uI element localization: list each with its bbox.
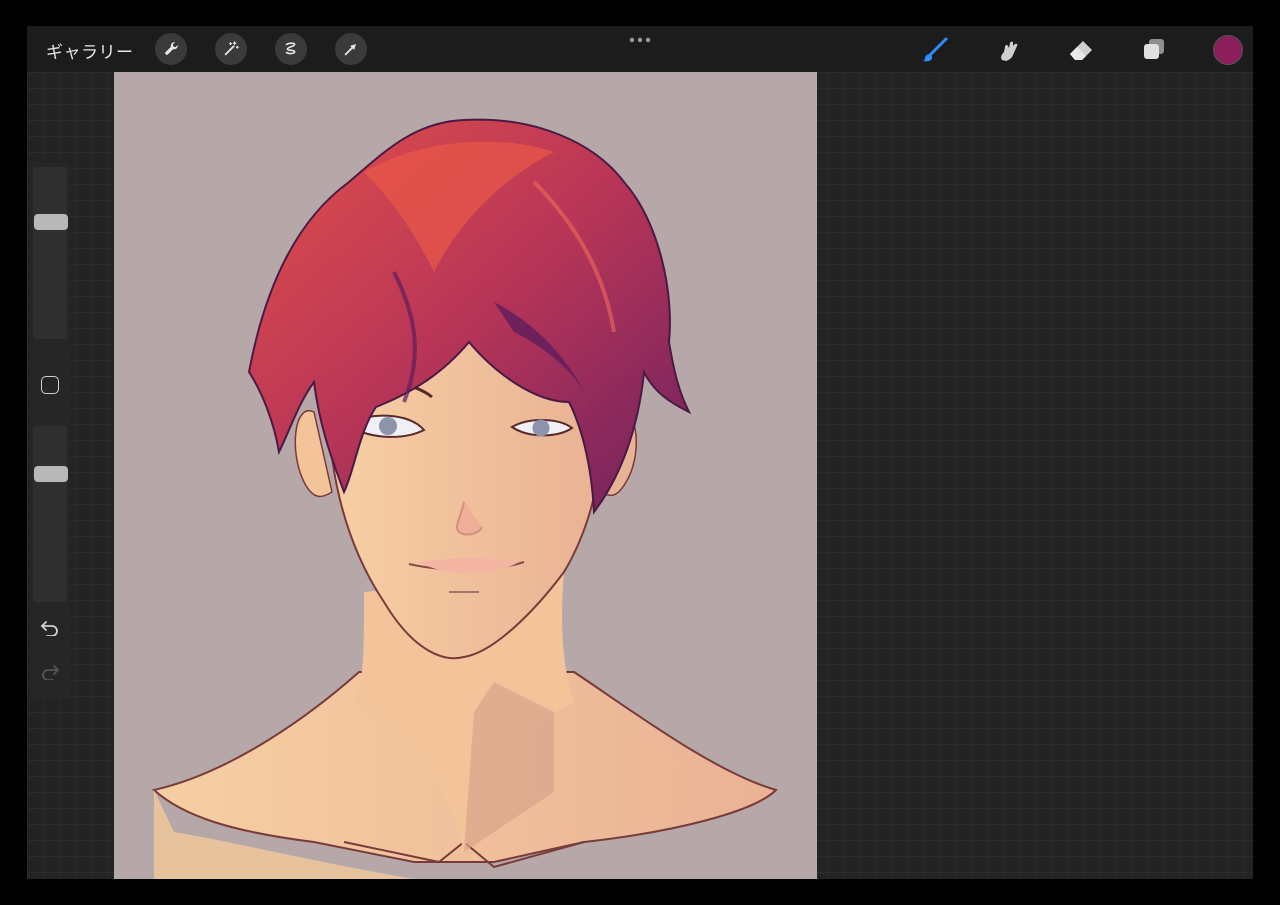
smudge-icon[interactable] — [993, 35, 1023, 65]
actions-wrench-icon[interactable] — [155, 33, 187, 65]
layers-icon[interactable] — [1139, 35, 1169, 65]
top-toolbar: ギャラリー — [27, 26, 1253, 72]
procreate-window: ギャラリー — [27, 26, 1253, 879]
opacity-slider[interactable] — [33, 426, 68, 602]
brush-icon[interactable] — [920, 35, 950, 65]
opacity-thumb[interactable] — [34, 466, 68, 482]
selection-icon[interactable] — [275, 33, 307, 65]
transform-arrow-icon[interactable] — [335, 33, 367, 65]
eraser-icon[interactable] — [1066, 35, 1096, 65]
adjustments-wand-icon[interactable] — [215, 33, 247, 65]
brush-size-thumb[interactable] — [34, 214, 68, 230]
brush-size-slider[interactable] — [33, 167, 68, 339]
color-swatch[interactable] — [1213, 35, 1243, 65]
portrait-artwork — [151, 118, 778, 879]
undo-icon[interactable] — [39, 618, 61, 636]
redo-icon[interactable] — [39, 662, 61, 680]
modify-button[interactable] — [41, 376, 59, 394]
drawing-canvas[interactable] — [114, 72, 817, 879]
side-toolbar — [30, 162, 70, 699]
gallery-button[interactable]: ギャラリー — [46, 38, 134, 63]
more-options-icon[interactable] — [628, 35, 652, 45]
